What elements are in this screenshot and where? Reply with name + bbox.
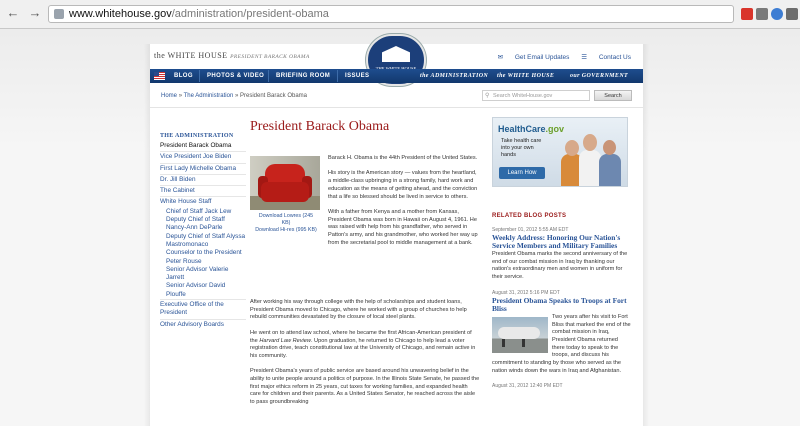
wrench-menu-icon[interactable] — [786, 8, 798, 20]
bio-paragraph: After working his way through college wi… — [250, 299, 467, 321]
favicon-icon — [54, 9, 64, 19]
post-excerpt: Two years after his visit to Fort Bliss … — [492, 313, 631, 374]
sidebar-subitem[interactable]: Chief of Staff Jack Lew — [160, 208, 246, 216]
bookmark-star-icon[interactable] — [756, 8, 768, 20]
person-face — [565, 140, 579, 156]
page-title: President Barack Obama — [250, 119, 390, 134]
healthcare-gov-banner[interactable]: HealthCare.gov Take health care into you… — [492, 117, 628, 187]
site-name[interactable]: the WHITE HOUSE PRESIDENT BARACK OBAMA — [154, 51, 310, 60]
person-face — [603, 140, 616, 155]
blog-post-item: September 01, 2012 5:55 AM EDT Weekly Ad… — [492, 227, 632, 282]
download-lowres-link[interactable]: Download Lowres (245 KB) — [254, 213, 318, 227]
masthead: the WHITE HOUSE PRESIDENT BARACK OBAMA T… — [150, 34, 643, 86]
search-button[interactable]: Search — [594, 90, 632, 101]
post-excerpt: President Obama marks the second anniver… — [492, 251, 628, 281]
bio-body: After working his way through college wi… — [250, 299, 480, 415]
nav-divider — [199, 70, 200, 82]
person-figure — [579, 150, 601, 186]
breadcrumb: Home » The Administration » President Ba… — [161, 93, 307, 99]
nav-divider — [268, 70, 269, 82]
email-updates-link[interactable]: ✉ Get Email Updates — [498, 54, 570, 61]
post-date: August 31, 2012 12:40 PM EDT — [492, 383, 563, 390]
post-title-link[interactable]: Weekly Address: Honoring Our Nation's Se… — [492, 234, 632, 250]
healthcare-logo: HealthCare.gov — [498, 124, 565, 134]
sidebar-item-jill-biden[interactable]: Dr. Jill Biden — [160, 173, 246, 185]
sidebar-item-executive-office[interactable]: Executive Office of the President — [160, 299, 246, 319]
nav-divider — [337, 70, 338, 82]
sidebar-item-vice-president[interactable]: Vice President Joe Biden — [160, 151, 246, 162]
breadcrumb-administration[interactable]: The Administration — [184, 93, 234, 99]
nav-the-administration[interactable]: the ADMINISTRATION — [420, 73, 488, 79]
content-sheet: the WHITE HOUSE PRESIDENT BARACK OBAMA T… — [150, 34, 643, 426]
breadcrumb-row: Home » The Administration » President Ba… — [150, 83, 643, 108]
extension-icon[interactable] — [741, 8, 753, 20]
post-title-link[interactable]: President Obama Speaks to Troops at Fort… — [492, 296, 632, 313]
sidebar: THE ADMINISTRATION President Barack Obam… — [160, 132, 246, 330]
top-links: ✉ Get Email Updates ☰ Contact Us — [488, 53, 631, 61]
sidebar-item-cabinet[interactable]: The Cabinet — [160, 185, 246, 196]
bio-paragraph: President Obama's years of public servic… — [250, 368, 480, 406]
breadcrumb-separator: » — [234, 93, 239, 99]
nav-issues[interactable]: ISSUES — [345, 73, 369, 79]
sidebar-heading[interactable]: THE ADMINISTRATION — [160, 132, 246, 141]
nav-the-white-house[interactable]: the WHITE HOUSE — [497, 73, 554, 79]
download-hires-link[interactable]: Download Hi-res (995 KB) — [254, 227, 318, 234]
nav-photos-video[interactable]: PHOTOS & VIDEO — [207, 73, 264, 79]
banner-tagline: Take health care into your own hands — [501, 138, 542, 158]
white-house-building-icon — [382, 46, 410, 62]
main-content: President Barack Obama Download Lowres (… — [250, 119, 482, 405]
breadcrumb-separator: » — [178, 93, 183, 99]
nav-our-government[interactable]: our GOVERNMENT — [570, 73, 628, 79]
sidebar-subitem[interactable]: Deputy Chief of Staff Alyssa Mastromonac… — [160, 233, 246, 250]
family-photo — [561, 124, 623, 186]
sidebar-item-advisory-boards[interactable]: Other Advisory Boards — [160, 318, 246, 330]
sync-icon[interactable] — [771, 8, 783, 20]
bio-intro: Barack H. Obama is the 44th President of… — [328, 155, 478, 255]
address-bar[interactable]: www.whitehouse.gov/administration/presid… — [48, 5, 734, 23]
bio-paragraph: His story is the American story — values… — [328, 170, 478, 200]
address-url: www.whitehouse.gov/administration/presid… — [69, 8, 329, 20]
bio-paragraph: With a father from Kenya and a mother fr… — [328, 208, 478, 246]
web-page: the WHITE HOUSE PRESIDENT BARACK OBAMA T… — [0, 29, 800, 426]
sidebar-subitem[interactable]: Deputy Chief of Staff Nancy-Ann DeParle — [160, 216, 246, 233]
browser-toolbar: ← → www.whitehouse.gov/administration/pr… — [0, 0, 800, 29]
bio-paragraph: Barack H. Obama is the 44th President of… — [328, 155, 478, 161]
sidebar-subitem[interactable]: Senior Advisor Valerie Jarrett — [160, 266, 246, 283]
main-navigation: BLOG PHOTOS & VIDEO BRIEFING ROOM ISSUES… — [150, 69, 643, 83]
forward-icon[interactable]: → — [26, 4, 44, 22]
breadcrumb-current: President Barack Obama — [239, 93, 308, 99]
chair-seat — [261, 182, 309, 202]
person-silhouette — [522, 338, 525, 347]
breadcrumb-home[interactable]: Home — [161, 93, 177, 99]
blog-post-item: August 31, 2012 12:40 PM EDT — [492, 383, 632, 390]
back-icon[interactable]: ← — [4, 4, 22, 22]
contact-us-link[interactable]: ☰ Contact Us — [581, 54, 631, 61]
photo-downloads: Download Lowres (245 KB) Download Hi-res… — [254, 213, 318, 234]
right-column: HealthCare.gov Take health care into you… — [492, 117, 632, 390]
airplane-thumbnail[interactable] — [492, 316, 548, 353]
sidebar-subitem[interactable]: Counselor to the President Peter Rouse — [160, 249, 246, 266]
sidebar-item-president[interactable]: President Barack Obama — [160, 141, 246, 151]
related-posts-heading: RELATED BLOG POSTS — [492, 213, 567, 219]
flag-icon — [154, 72, 165, 80]
search-placeholder: Search WhiteHouse.gov — [493, 93, 553, 99]
search-input[interactable]: ⚲ Search WhiteHouse.gov — [482, 90, 590, 101]
person-silhouette — [502, 338, 505, 347]
sidebar-subitem[interactable]: Senior Advisor David Plouffe — [160, 282, 246, 299]
search-icon: ⚲ — [485, 93, 490, 99]
nav-briefing-room[interactable]: BRIEFING ROOM — [276, 73, 330, 79]
sidebar-item-white-house-staff[interactable]: White House Staff — [160, 196, 246, 207]
nav-blog[interactable]: BLOG — [174, 73, 193, 79]
person-figure — [599, 154, 621, 186]
sidebar-item-first-lady[interactable]: First Lady Michelle Obama — [160, 162, 246, 174]
bio-paragraph: He went on to attend law school, where h… — [250, 329, 476, 359]
blog-post-item: August 31, 2012 5:16 PM EDT President Ob… — [492, 290, 632, 376]
page-shadow-right — [643, 44, 649, 426]
aircraft-shape — [498, 326, 540, 339]
person-face — [583, 134, 597, 151]
official-portrait-photo[interactable] — [250, 156, 320, 210]
learn-how-button[interactable]: Learn How — [499, 167, 545, 179]
